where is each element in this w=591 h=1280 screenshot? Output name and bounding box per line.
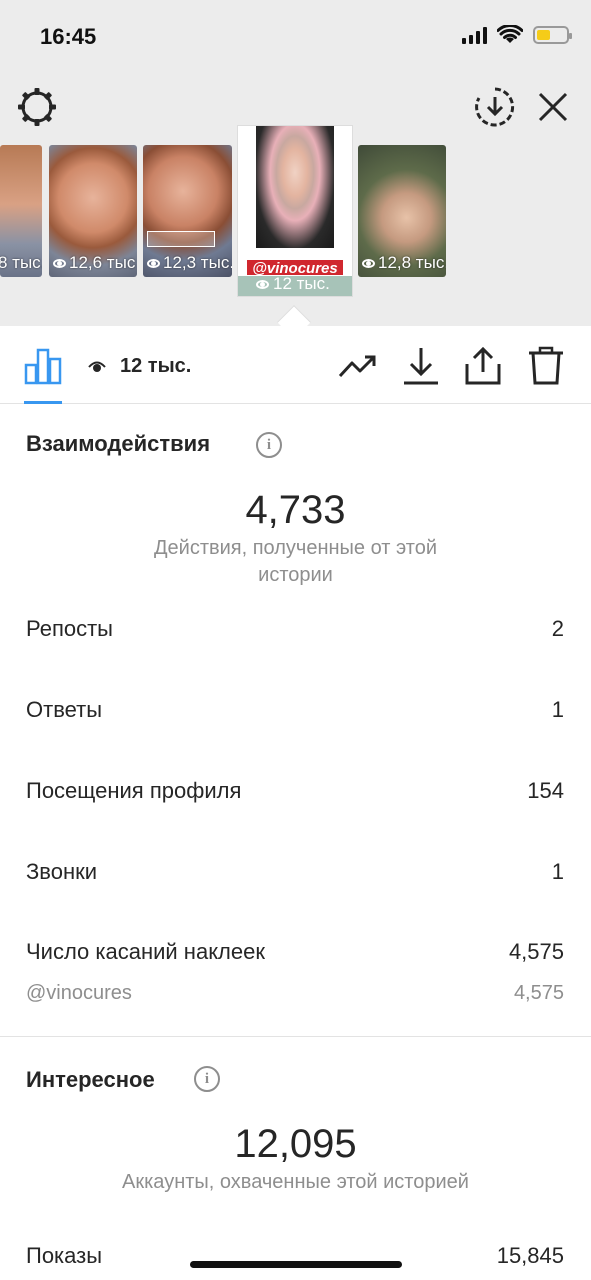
- sticker-placeholder: [147, 231, 215, 247]
- row-value: 2: [551, 616, 564, 641]
- battery-icon: [533, 26, 572, 44]
- share-icon[interactable]: [463, 346, 503, 386]
- eye-icon: [256, 279, 269, 289]
- row-label: Число касаний наклеек: [26, 939, 265, 964]
- story-thumbnail-selected[interactable]: @vinocures 12 тыс.: [238, 126, 352, 296]
- story-view-count: 12,6 тыс: [53, 253, 135, 273]
- story-view-count: 12,8 тыс.: [362, 253, 446, 273]
- row-value: 4,575: [508, 939, 564, 964]
- views-count: 12 тыс.: [120, 355, 192, 377]
- discovery-description: Аккаунты, охваченные этой историей: [122, 1171, 469, 1193]
- discovery-title: Интересное: [26, 1067, 155, 1092]
- eye-icon: [362, 258, 375, 268]
- row-label: Посещения профиля: [26, 778, 242, 803]
- row-value: 15,845: [496, 1243, 564, 1268]
- home-indicator: [190, 1261, 402, 1268]
- download-circle-icon[interactable]: [474, 86, 516, 128]
- row-label: Звонки: [26, 859, 98, 884]
- interactions-description: Действия, полученные от этой истории: [153, 537, 437, 586]
- interactions-title: Взаимодействия: [26, 431, 211, 456]
- sticker-sub-value: 4,575: [513, 982, 564, 1004]
- section-divider: [0, 1036, 591, 1037]
- bar-chart-icon[interactable]: [24, 347, 62, 385]
- story-view-count: 12,3 тыс.: [147, 253, 232, 273]
- download-icon[interactable]: [401, 346, 441, 386]
- story-photo: [256, 126, 334, 248]
- story-thumbnail[interactable]: 12,8 тыс.: [358, 145, 446, 277]
- cellular-signal-icon: [462, 26, 487, 44]
- interactions-total: 4,733: [245, 488, 346, 532]
- row-label: Ответы: [26, 697, 103, 722]
- story-thumbnail[interactable]: 12,3 тыс.: [143, 145, 232, 277]
- story-thumbnail[interactable]: 8 тыс.: [0, 145, 42, 277]
- wifi-icon: [497, 25, 523, 43]
- row-label: Показы: [26, 1243, 103, 1268]
- status-time: 16:45: [40, 24, 97, 49]
- discovery-total: 12,095: [234, 1122, 357, 1166]
- story-thumbnail[interactable]: 12,6 тыс: [49, 145, 137, 277]
- story-view-count: 8 тыс.: [0, 253, 42, 272]
- sticker-sub-label: @vinocures: [26, 982, 132, 1004]
- info-icon[interactable]: i: [256, 432, 282, 458]
- row-value: 154: [527, 778, 564, 803]
- active-tab-indicator: [24, 401, 62, 404]
- info-icon[interactable]: i: [194, 1066, 220, 1092]
- close-icon[interactable]: [534, 88, 572, 126]
- trending-icon[interactable]: [338, 346, 378, 386]
- eye-icon: [53, 258, 66, 268]
- row-label: Репосты: [26, 616, 113, 641]
- status-bar: 16:45: [0, 0, 591, 72]
- trash-icon[interactable]: [526, 346, 566, 386]
- status-indicators: [462, 25, 572, 45]
- row-value: 1: [551, 859, 564, 884]
- eye-icon: [88, 361, 106, 372]
- gear-icon[interactable]: [16, 86, 58, 128]
- story-view-count: 12 тыс.: [256, 274, 330, 294]
- eye-icon: [147, 258, 160, 268]
- row-value: 1: [551, 697, 564, 722]
